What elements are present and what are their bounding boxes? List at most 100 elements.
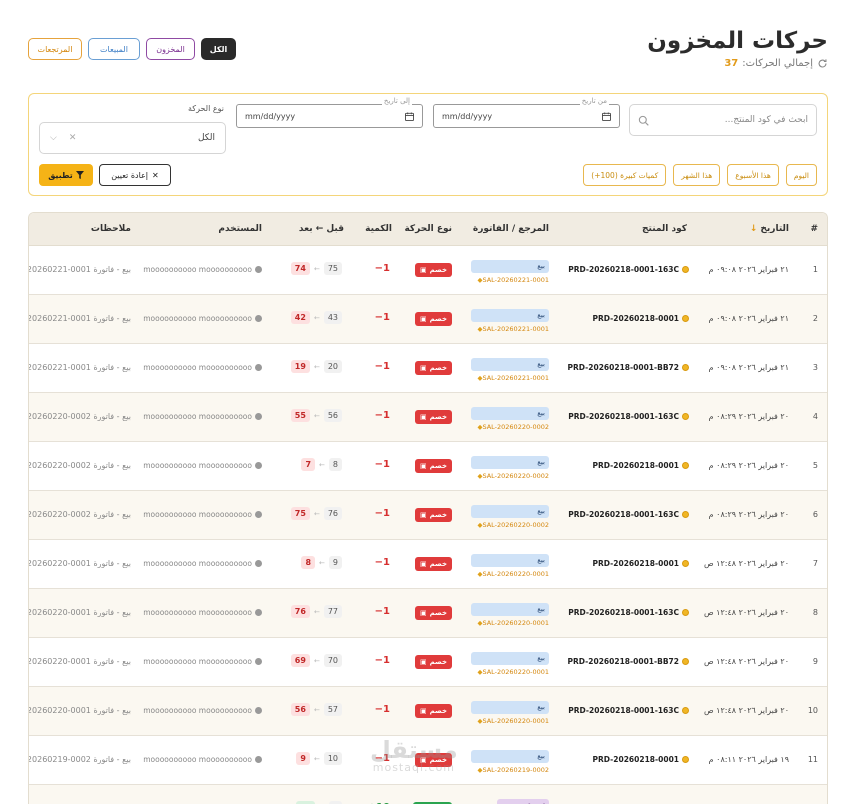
row-number: 1	[812, 265, 818, 274]
sort-arrow-icon: ↓	[749, 224, 758, 234]
quick-today-button[interactable]: اليوم	[785, 164, 817, 186]
row-movement-type: خصم ▣	[414, 606, 452, 620]
row-quantity: 1−	[374, 508, 390, 519]
movements-table: # التاريخ ↓ كود المنتج المرجع / الفاتورة…	[28, 212, 828, 804]
table-row[interactable]: 9 ٢٠ فبراير ٢٠٢٦ ١٢:٤٨ ص PRD-20260218-0001…	[29, 638, 827, 687]
pill-sales[interactable]: المبيعات	[88, 38, 140, 60]
row-reference[interactable]: بيع SAL-20260219-0002◆	[469, 750, 549, 774]
row-product[interactable]: PRD-20260218-0001	[593, 559, 689, 568]
quick-month-button[interactable]: هذا الشهر	[673, 164, 721, 186]
quantity-before: 76	[323, 507, 342, 520]
row-product[interactable]: PRD-20260218-0001-163C	[568, 510, 689, 519]
movement-type-text: خصم	[429, 658, 447, 666]
row-number: 8	[812, 608, 818, 617]
watermark-logo: مستقل mostaql.com	[370, 738, 458, 773]
row-reference[interactable]: بيع SAL-20260220-0001◆	[469, 701, 549, 725]
row-product[interactable]: PRD-20260218-0001	[593, 461, 689, 470]
pill-returns[interactable]: المرتجعات	[28, 38, 82, 60]
row-product[interactable]: PRD-20260218-0001	[593, 755, 689, 764]
row-product[interactable]: PRD-20260218-0001-BB72	[568, 363, 689, 372]
row-reference[interactable]: بيع SAL-20260220-0001◆	[469, 652, 549, 676]
row-product[interactable]: PRD-20260218-0001-163C	[568, 265, 689, 274]
user-name: moooooooooo moooooooooo	[143, 755, 252, 764]
row-before-after: 70 ← 69	[290, 654, 342, 667]
table-row[interactable]: 5 ٢٠ فبراير ٢٠٢٦ ٠٨:٢٩ م PRD-20260218-0001…	[29, 442, 827, 491]
product-coin-icon	[682, 658, 689, 665]
row-reference[interactable]: بيع SAL-20260220-0001◆	[469, 603, 549, 627]
invoice-link[interactable]: SAL-20260220-0001◆	[469, 717, 549, 725]
pill-all[interactable]: الكل	[201, 38, 236, 60]
row-reference[interactable]: بيع SAL-20260220-0001◆	[469, 554, 549, 578]
row-reference[interactable]: بيع SAL-20260220-0002◆	[469, 456, 549, 480]
quantity-before: 56	[323, 409, 342, 422]
invoice-number: SAL-20260220-0001	[482, 668, 549, 676]
row-date: ٢١ فبراير ٢٠٢٦ ٠٩:٠٨ م	[708, 363, 789, 372]
invoice-link[interactable]: SAL-20260221-0001◆	[469, 276, 549, 284]
arrow-icon: ←	[313, 411, 320, 420]
date-from-field[interactable]: من تاريخ mm/dd/yyyy	[433, 97, 620, 128]
invoice-link[interactable]: SAL-20260220-0001◆	[469, 570, 549, 578]
apply-button[interactable]: تطبيق	[39, 164, 93, 186]
invoice-link[interactable]: SAL-20260220-0002◆	[469, 423, 549, 431]
reset-button[interactable]: إعادة تعيين ✕	[99, 164, 171, 186]
row-reference[interactable]: بيع SAL-20260221-0001◆	[469, 309, 549, 333]
user-name: moooooooooo moooooooooo	[143, 608, 252, 617]
row-reference[interactable]: بيع SAL-20260221-0001◆	[469, 260, 549, 284]
invoice-link[interactable]: SAL-20260221-0001◆	[469, 374, 549, 382]
date-to-field[interactable]: إلى تاريخ mm/dd/yyyy	[236, 97, 423, 128]
calendar-icon[interactable]	[405, 111, 414, 121]
row-product[interactable]: PRD-20260218-0001-163C	[568, 706, 689, 715]
search-input[interactable]: ابحث في كود المنتج...	[629, 104, 817, 136]
quick-large-qty-button[interactable]: كميات كبيرة (100+)	[583, 164, 667, 186]
row-reference[interactable]: بيع SAL-20260220-0002◆	[469, 505, 549, 529]
row-reference[interactable]: بيع SAL-20260221-0001◆	[469, 358, 549, 382]
row-reference[interactable]: تسوية	[469, 799, 549, 804]
apply-label: تطبيق	[48, 170, 73, 180]
bag-icon: ▣	[419, 413, 427, 421]
invoice-number: SAL-20260220-0002	[482, 472, 549, 480]
search-icon	[638, 115, 649, 126]
row-product[interactable]: PRD-20260218-0001-163C	[568, 412, 689, 421]
calendar-icon[interactable]	[602, 111, 611, 121]
chevron-down-icon[interactable]: ⌵	[50, 133, 57, 143]
movement-type-select[interactable]: الكل ⌵ ✕	[39, 122, 226, 154]
quick-week-button[interactable]: هذا الأسبوع	[727, 164, 779, 186]
refresh-icon[interactable]	[817, 58, 828, 69]
table-row[interactable]: 8 ٢٠ فبراير ٢٠٢٦ ١٢:٤٨ ص PRD-20260218-0001…	[29, 589, 827, 638]
movement-type-badge: خصم ▣	[414, 410, 452, 424]
pill-stock[interactable]: المخزون	[146, 38, 195, 60]
reference-type-badge: بيع	[471, 260, 549, 273]
product-coin-icon	[682, 413, 689, 420]
row-product[interactable]: PRD-20260218-0001-163C	[568, 608, 689, 617]
table-row[interactable]: 4 ٢٠ فبراير ٢٠٢٦ ٠٨:٢٩ م PRD-20260218-0001…	[29, 393, 827, 442]
table-row[interactable]: 3 ٢١ فبراير ٢٠٢٦ ٠٩:٠٨ م PRD-20260218-0001…	[29, 344, 827, 393]
col-type: نوع الحركة	[404, 224, 452, 234]
col-before-after: قبل ← بعد	[298, 224, 344, 234]
category-pills: المرتجعات المبيعات المخزون الكل	[28, 38, 236, 60]
table-row[interactable]: 10 ٢٠ فبراير ٢٠٢٦ ١٢:٤٨ ص PRD-20260218-000…	[29, 687, 827, 736]
invoice-link[interactable]: SAL-20260220-0002◆	[469, 472, 549, 480]
table-row[interactable]: 12١٩ فبراير ٢٠٢٦ ٠٣:٣٧ مPRD-20260218-000…	[29, 785, 827, 804]
invoice-number: SAL-20260221-0001	[482, 276, 549, 284]
row-reference[interactable]: بيع SAL-20260220-0002◆	[469, 407, 549, 431]
movement-type-text: خصم	[429, 315, 447, 323]
product-coin-icon	[682, 462, 689, 469]
row-product[interactable]: PRD-20260218-0001-BB72	[568, 657, 689, 666]
invoice-link[interactable]: SAL-20260219-0002◆	[469, 766, 549, 774]
invoice-link[interactable]: SAL-20260221-0001◆	[469, 325, 549, 333]
invoice-link[interactable]: SAL-20260220-0002◆	[469, 521, 549, 529]
row-notes: بيع - فاتورة SAL-20260220-0002	[28, 510, 131, 519]
table-row[interactable]: 1 ٢١ فبراير ٢٠٢٦ ٠٩:٠٨ م PRD-20260218-0001…	[29, 246, 827, 295]
row-before-after: 56 ← 55	[290, 409, 342, 422]
table-row[interactable]: 2 ٢١ فبراير ٢٠٢٦ ٠٩:٠٨ م PRD-20260218-0001…	[29, 295, 827, 344]
table-row[interactable]: 6 ٢٠ فبراير ٢٠٢٦ ٠٨:٢٩ م PRD-20260218-0001…	[29, 491, 827, 540]
col-date[interactable]: التاريخ ↓	[750, 224, 789, 234]
invoice-link[interactable]: SAL-20260220-0001◆	[469, 668, 549, 676]
row-date: ٢١ فبراير ٢٠٢٦ ٠٩:٠٨ م	[708, 265, 789, 274]
movement-type-badge: خصم ▣	[414, 704, 452, 718]
row-user: moooooooooo moooooooooo	[143, 608, 262, 617]
invoice-link[interactable]: SAL-20260220-0001◆	[469, 619, 549, 627]
table-row[interactable]: 7 ٢٠ فبراير ٢٠٢٦ ١٢:٤٨ ص PRD-20260218-0001…	[29, 540, 827, 589]
clear-icon[interactable]: ✕	[69, 133, 77, 143]
row-product[interactable]: PRD-20260218-0001	[593, 314, 689, 323]
